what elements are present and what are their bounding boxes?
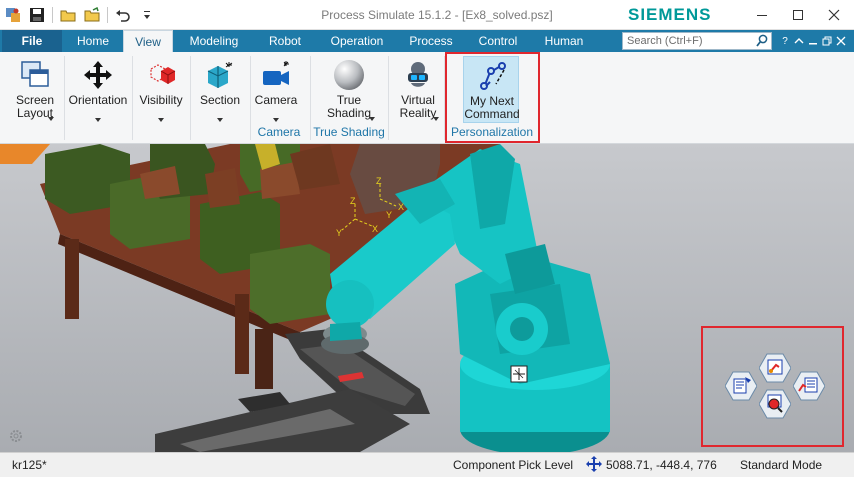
doc-close-icon[interactable] bbox=[834, 33, 848, 49]
screen-layout-button[interactable]: Screen Layout bbox=[8, 56, 62, 140]
tab-file[interactable]: File bbox=[2, 30, 62, 52]
tab-control[interactable]: Control bbox=[470, 30, 526, 52]
selected-object-status: kr125* bbox=[12, 458, 47, 472]
ribbon-divider bbox=[310, 56, 311, 140]
doc-minimize-icon[interactable] bbox=[806, 33, 820, 49]
true-shading-label: True Shading bbox=[326, 93, 372, 120]
chevron-down-icon bbox=[433, 110, 439, 124]
chevron-down-icon bbox=[48, 110, 54, 124]
camera-label: Camera bbox=[254, 93, 298, 107]
minimize-button[interactable] bbox=[744, 0, 780, 30]
ribbon-panel: Screen Layout Orientation Visibility Sec… bbox=[0, 52, 854, 144]
axis-label-y: Y bbox=[386, 210, 392, 220]
tab-modeling[interactable]: Modeling bbox=[178, 30, 250, 52]
visibility-icon bbox=[141, 56, 181, 94]
tab-home[interactable]: Home bbox=[64, 30, 122, 52]
chevron-down-icon bbox=[273, 111, 279, 125]
orientation-label: Orientation bbox=[68, 93, 128, 107]
graphic-viewer[interactable]: Z X Y Z X Y bbox=[0, 144, 854, 452]
chevron-down-icon bbox=[369, 110, 375, 124]
ribbon-divider bbox=[64, 56, 65, 140]
mode-status[interactable]: Standard Mode bbox=[740, 458, 822, 472]
close-button[interactable] bbox=[816, 0, 852, 30]
search-icon[interactable] bbox=[756, 34, 768, 48]
true-shading-icon bbox=[329, 56, 369, 94]
move-axes-icon bbox=[586, 456, 602, 472]
axis-label-y: Y bbox=[336, 228, 342, 238]
chevron-down-icon bbox=[217, 111, 223, 125]
ribbon-divider bbox=[190, 56, 191, 140]
ribbon-tab-bar: File Home View Modeling Robot Operation … bbox=[0, 30, 854, 52]
vr-headset-icon bbox=[398, 56, 438, 94]
group-label-true-shading: True Shading bbox=[313, 125, 385, 139]
axis-label-x: X bbox=[372, 224, 378, 234]
group-label-camera: Camera bbox=[257, 125, 301, 139]
personalization-highlight-frame bbox=[445, 52, 540, 143]
search-input[interactable]: Search (Ctrl+F) bbox=[622, 32, 772, 50]
maximize-button[interactable] bbox=[780, 0, 816, 30]
axis-label-z: Z bbox=[376, 176, 382, 186]
orientation-button[interactable]: Orientation bbox=[66, 56, 130, 140]
section-button[interactable]: Section bbox=[192, 56, 248, 140]
search-placeholder: Search (Ctrl+F) bbox=[627, 35, 703, 47]
settings-icon[interactable] bbox=[8, 428, 24, 444]
chevron-down-icon bbox=[95, 111, 101, 125]
collapse-ribbon-icon[interactable] bbox=[792, 33, 806, 49]
virtual-reality-label: Virtual Reality bbox=[399, 93, 437, 120]
widget-highlight-frame bbox=[701, 326, 844, 447]
screen-layout-icon bbox=[15, 56, 55, 94]
section-icon bbox=[200, 56, 240, 94]
section-label: Section bbox=[199, 93, 241, 107]
window-title: Process Simulate 15.1.2 - [Ex8_solved.ps… bbox=[321, 8, 553, 22]
axis-label-x: X bbox=[398, 202, 404, 212]
ribbon-divider bbox=[250, 56, 251, 140]
tab-operation[interactable]: Operation bbox=[322, 30, 392, 52]
axis-label-z: Z bbox=[350, 196, 356, 206]
chevron-down-icon bbox=[158, 111, 164, 125]
ribbon-divider bbox=[132, 56, 133, 140]
virtual-reality-button[interactable]: Virtual Reality bbox=[392, 56, 444, 140]
tab-robot[interactable]: Robot bbox=[258, 30, 312, 52]
pick-cursor-icon bbox=[510, 365, 528, 383]
title-bar: Process Simulate 15.1.2 - [Ex8_solved.ps… bbox=[0, 0, 854, 30]
doc-restore-icon[interactable] bbox=[820, 33, 834, 49]
tab-human[interactable]: Human bbox=[536, 30, 592, 52]
visibility-button[interactable]: Visibility bbox=[134, 56, 188, 140]
coordinates-status: 5088.71, -448.4, 776 bbox=[606, 458, 717, 472]
camera-icon bbox=[256, 56, 296, 94]
siemens-logo: SIEMENS bbox=[628, 5, 712, 24]
tab-process[interactable]: Process bbox=[402, 30, 460, 52]
help-icon[interactable]: ? bbox=[778, 33, 792, 49]
status-bar: kr125* Component Pick Level 5088.71, -44… bbox=[0, 452, 854, 477]
visibility-label: Visibility bbox=[139, 93, 183, 107]
tab-view[interactable]: View bbox=[123, 30, 173, 52]
orientation-icon bbox=[78, 56, 118, 94]
ribbon-divider bbox=[388, 56, 389, 140]
pick-level-status[interactable]: Component Pick Level bbox=[453, 458, 573, 472]
